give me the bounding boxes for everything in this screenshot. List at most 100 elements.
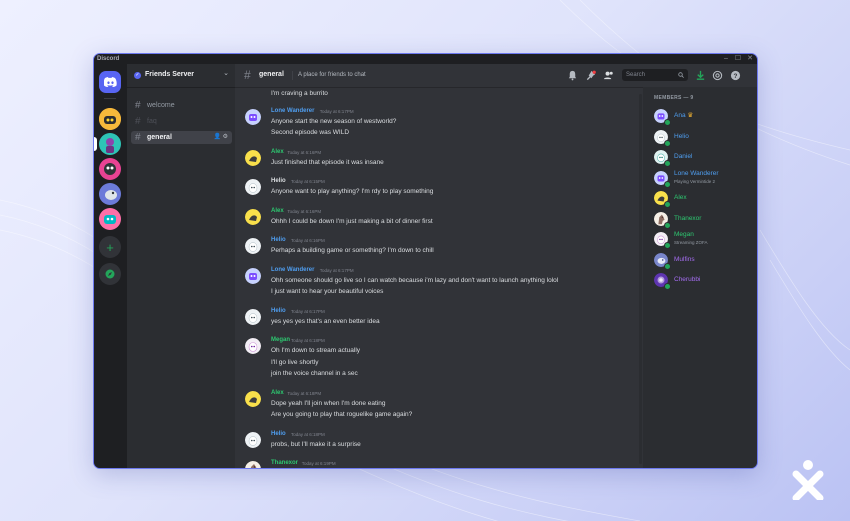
channel-welcome[interactable]: # welcome bbox=[131, 99, 232, 112]
verified-badge-icon: ✓ bbox=[134, 72, 141, 79]
message-text: Anyone want to play anything? I'm rdy to… bbox=[271, 188, 434, 195]
member-list: MEMBERS — 9 Ana ♛ Helio Daniel Lone Wandere… bbox=[643, 87, 757, 468]
message-author[interactable]: Alex bbox=[271, 207, 284, 216]
chat-scrollbar[interactable] bbox=[639, 94, 642, 464]
user-avatar[interactable] bbox=[245, 338, 261, 354]
message-text: I just want to hear your beautiful voice… bbox=[271, 288, 384, 295]
member-item[interactable]: Lone Wanderer Playing Vermintide 2 bbox=[654, 170, 754, 188]
member-item[interactable]: Thanexor bbox=[654, 211, 754, 229]
mentions-icon[interactable] bbox=[712, 70, 723, 81]
user-avatar[interactable] bbox=[245, 308, 261, 325]
explore-servers-button[interactable] bbox=[99, 263, 121, 285]
member-name: Lone Wanderer bbox=[674, 170, 719, 178]
server-icon-teal-figure[interactable] bbox=[99, 133, 121, 155]
message-timestamp: Today at 6:16PM bbox=[287, 208, 322, 214]
member-name-text: Helio bbox=[674, 132, 689, 140]
member-item[interactable]: Daniel bbox=[654, 149, 754, 167]
invite-icon[interactable]: 👤 bbox=[213, 134, 220, 140]
minimize-button[interactable]: – bbox=[721, 54, 731, 64]
member-item[interactable]: Alex bbox=[654, 190, 754, 208]
help-icon[interactable]: ? bbox=[730, 70, 741, 81]
user-avatar[interactable] bbox=[245, 238, 261, 254]
online-status-icon bbox=[664, 139, 671, 147]
user-avatar[interactable] bbox=[245, 108, 261, 125]
server-icon-blue-bird[interactable] bbox=[99, 183, 121, 205]
home-button[interactable] bbox=[99, 71, 121, 93]
chevron-down-icon[interactable]: ⌄ bbox=[223, 69, 229, 77]
user-avatar[interactable] bbox=[245, 461, 261, 468]
server-icon-orange-bot[interactable] bbox=[99, 108, 121, 130]
channel-label: faq bbox=[147, 118, 157, 125]
message-author[interactable]: Megan bbox=[271, 336, 290, 345]
message-text: Oh I'm down to stream actually bbox=[271, 347, 361, 354]
message-author[interactable]: Lone Wanderer bbox=[271, 266, 314, 275]
hash-icon: # bbox=[135, 100, 141, 111]
settings-gear-icon[interactable]: ⚙ bbox=[223, 134, 228, 140]
message-text: Anyone start the new season of westworld… bbox=[271, 117, 397, 125]
channel-sidebar: ✓ Friends Server ⌄ # welcome # faq # gen… bbox=[127, 64, 235, 468]
user-avatar[interactable] bbox=[245, 431, 261, 448]
message-author[interactable]: Thanexor bbox=[271, 459, 298, 468]
message-author[interactable]: Lone Wanderer bbox=[271, 107, 314, 116]
member-item[interactable]: Helio bbox=[654, 129, 754, 147]
channel-topic: A place for friends to chat bbox=[298, 72, 366, 78]
user-avatar[interactable] bbox=[245, 267, 261, 284]
message-timestamp: Today at 6:15PM bbox=[291, 179, 325, 184]
server-icon-pink-monster[interactable] bbox=[99, 158, 121, 180]
message-text: Just finished that episode it was insane bbox=[271, 158, 384, 166]
message-timestamp: Today at 6:17PM bbox=[319, 267, 354, 273]
search-input[interactable]: Search bbox=[622, 69, 688, 81]
maximize-button[interactable]: ☐ bbox=[733, 54, 743, 64]
member-name: Alex bbox=[674, 190, 687, 206]
online-status-icon bbox=[664, 160, 671, 167]
close-button[interactable]: ✕ bbox=[745, 54, 755, 64]
user-avatar[interactable] bbox=[245, 208, 261, 225]
online-status-icon bbox=[664, 283, 671, 290]
message-text: I'm craving a burrito bbox=[271, 90, 328, 97]
online-status-icon bbox=[664, 221, 671, 229]
member-name-text: Megan bbox=[674, 231, 694, 238]
server-header[interactable]: ✓ Friends Server ⌄ bbox=[127, 64, 235, 88]
member-activity: Playing Vermintide 2 bbox=[674, 178, 716, 184]
server-name: Friends Server bbox=[145, 71, 195, 78]
figure-avatar-icon bbox=[99, 133, 121, 155]
member-list-icon[interactable] bbox=[603, 70, 614, 81]
member-item[interactable]: Cherubbi bbox=[654, 272, 754, 290]
server-icon-pink-teal[interactable] bbox=[99, 208, 121, 230]
notification-bell-icon[interactable] bbox=[567, 70, 578, 81]
pinned-messages-icon[interactable] bbox=[585, 70, 596, 81]
message-timestamp: Today at 6:18PM bbox=[291, 431, 325, 437]
member-item[interactable]: Mulfins bbox=[654, 252, 754, 270]
monster-avatar-icon bbox=[99, 158, 121, 180]
search-placeholder: Search bbox=[626, 72, 646, 78]
message-author[interactable]: Alex bbox=[271, 389, 284, 398]
search-icon bbox=[678, 72, 684, 78]
user-avatar[interactable] bbox=[245, 179, 261, 195]
message-author[interactable]: Alex bbox=[271, 148, 284, 157]
message-author[interactable]: Helio bbox=[271, 430, 286, 439]
add-server-button[interactable]: + bbox=[99, 236, 121, 258]
message-author[interactable]: Helio bbox=[271, 307, 286, 316]
robot-avatar-icon bbox=[99, 108, 121, 130]
member-item[interactable]: Ana ♛ bbox=[654, 108, 754, 126]
channel-label: general bbox=[147, 134, 172, 141]
user-avatar[interactable] bbox=[245, 149, 261, 166]
user-avatar[interactable] bbox=[245, 390, 261, 407]
crown-icon: ♛ bbox=[685, 112, 694, 119]
member-name: Cherubbi bbox=[674, 272, 700, 288]
message-author[interactable]: Helio bbox=[271, 236, 286, 245]
member-name-text: Ana bbox=[674, 112, 686, 119]
message-text: I'll go live shortly bbox=[271, 358, 319, 366]
online-status-icon bbox=[664, 119, 671, 126]
message-timestamp: Today at 6:18PM bbox=[287, 390, 322, 396]
message-author[interactable]: Helio bbox=[271, 177, 286, 186]
channel-faq[interactable]: # faq bbox=[131, 115, 232, 128]
member-name: Thanexor bbox=[674, 211, 701, 227]
header-divider bbox=[292, 71, 293, 80]
member-item[interactable]: Megan Streaming ZOFA bbox=[654, 231, 754, 249]
message-text: probs, but I'll make it a surprise bbox=[271, 440, 361, 448]
message-text: yes yes yes that's an even better idea bbox=[271, 317, 380, 325]
member-name-text: Alex bbox=[674, 194, 687, 201]
download-icon[interactable] bbox=[695, 70, 706, 81]
channel-general[interactable]: # general 👤 ⚙ bbox=[131, 131, 232, 144]
